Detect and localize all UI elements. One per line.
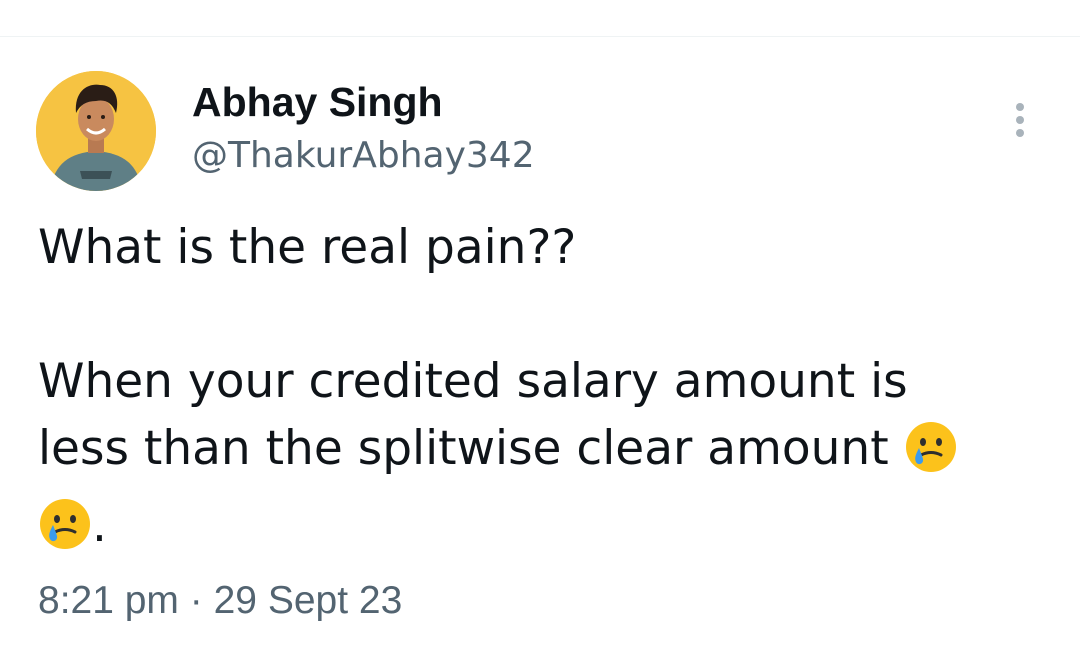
more-icon-dot xyxy=(1016,129,1024,137)
tweet-timestamp[interactable]: 8:21 pm · 29 Sept 23 xyxy=(38,576,402,626)
tweet-line-text: less than the splitwise clear amount xyxy=(38,421,889,476)
tweet-blank-line xyxy=(38,281,1048,348)
tweet-time: 8:21 pm xyxy=(38,579,179,622)
avatar[interactable] xyxy=(36,71,156,191)
profile-photo-icon xyxy=(36,71,156,191)
tweet-date: 29 Sept 23 xyxy=(213,579,403,622)
top-divider xyxy=(0,36,1080,37)
more-options-button[interactable] xyxy=(1000,96,1040,144)
more-icon-dot xyxy=(1016,116,1024,124)
timestamp-separator: · xyxy=(189,579,203,622)
display-name[interactable]: Abhay Singh xyxy=(192,78,443,126)
face-holding-back-tears-icon xyxy=(904,420,958,492)
more-icon-dot xyxy=(1016,103,1024,111)
tweet-line: less than the splitwise clear amount xyxy=(38,415,1048,492)
user-handle[interactable]: @ThakurAbhay342 xyxy=(192,134,535,178)
face-holding-back-tears-icon xyxy=(38,497,92,569)
tweet-text: What is the real pain?? When your credit… xyxy=(38,214,1048,569)
tweet-period: . xyxy=(92,498,107,553)
tweet-line: What is the real pain?? xyxy=(38,220,577,275)
tweet-line: . xyxy=(38,492,1048,569)
tweet-line: When your credited salary amount is xyxy=(38,354,908,409)
